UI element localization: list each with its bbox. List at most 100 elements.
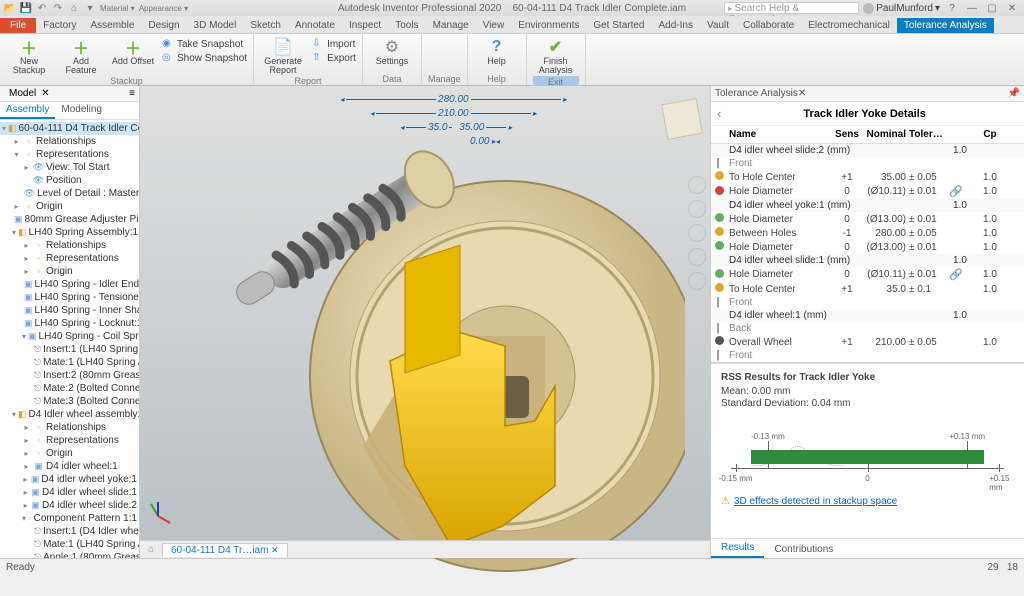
tab-assemble[interactable]: Assemble (83, 18, 141, 33)
ta-row[interactable]: Hole Diameter0(Ø13.00)± 0.011.0 (711, 212, 1024, 226)
tree-node[interactable]: ▸▫Representations (0, 434, 139, 447)
tab-contributions[interactable]: Contributions (764, 541, 843, 558)
viewport[interactable]: ◂280.00▸ ◂210.00▸ ◂35.0 35.00▸ 0.00▸◂ (140, 86, 711, 558)
model-tree[interactable]: ▾◧60-04-111 D4 Track Idler Complete.iam▸… (0, 120, 139, 558)
new-stackup-button[interactable]: ＋New Stackup (6, 36, 52, 75)
ta-row[interactable]: Overall Wheel+1210.00± 0.051.0 (711, 335, 1024, 349)
subtab-modeling[interactable]: Modeling (55, 102, 108, 119)
ta-row[interactable]: D4 idler wheel slide:1 (mm)1.0 (711, 254, 1024, 267)
tab-sketch[interactable]: Sketch (243, 18, 288, 33)
tree-node[interactable]: ▣80mm Grease Adjuster Piston - Short:1 (0, 213, 139, 226)
subtab-assembly[interactable]: Assembly (0, 102, 55, 119)
tree-node[interactable]: ⎋Angle:1 (80mm Grease Adjuster Piston - (0, 551, 139, 558)
qat-undo-icon[interactable]: ↶ (36, 2, 48, 14)
ta-row[interactable]: ┃Back (711, 322, 1024, 335)
tree-node[interactable]: ▸▫Origin (0, 447, 139, 460)
tree-node[interactable]: ⎋Mate:2 (Bolted Connection:1,LH40 Sprin (0, 382, 139, 395)
tree-node[interactable]: ▸▫Origin (0, 200, 139, 213)
tab-tools[interactable]: Tools (388, 18, 425, 33)
tree-node[interactable]: ▾▣LH40 Spring - Coil Spring:1 (0, 330, 139, 343)
tab-electromechanical[interactable]: Electromechanical (801, 18, 897, 33)
import-button[interactable]: ⇩Import (312, 38, 356, 50)
tree-node[interactable]: ▸▫Relationships (0, 239, 139, 252)
tree-node[interactable]: ⎋Insert:1 (D4 Idler wheel assembly:1,LH4 (0, 525, 139, 538)
ta-pin-icon[interactable]: 📌 (1008, 88, 1020, 99)
ta-row[interactable]: To Hole Center+135.0± 0.11.0 (711, 282, 1024, 296)
qat-home-icon[interactable]: ⌂ (68, 2, 80, 14)
tree-node[interactable]: ▸▣D4 idler wheel slide:2 (0, 499, 139, 512)
settings-button[interactable]: ⚙Settings (369, 36, 415, 66)
tab-addins[interactable]: Add-Ins (651, 18, 699, 33)
tree-node[interactable]: ⎋Insert:2 (80mm Grease Adjuster Piston - (0, 369, 139, 382)
tree-node[interactable]: ▾▫Representations (0, 148, 139, 161)
tree-node[interactable]: 👁Level of Detail : Master (0, 187, 139, 200)
tab-collaborate[interactable]: Collaborate (736, 18, 801, 33)
ta-warning[interactable]: ⚠ 3D effects detected in stackup space (721, 496, 1014, 507)
ta-row[interactable]: ┃Front (711, 157, 1024, 170)
show-snapshot-button[interactable]: ◎Show Snapshot (162, 52, 247, 64)
tab-design[interactable]: Design (141, 18, 186, 33)
tree-node[interactable]: ▸▣D4 idler wheel:1 (0, 460, 139, 473)
minimize-icon[interactable]: — (964, 3, 980, 14)
tree-node[interactable]: ▣LH40 Spring - Locknut:1 (0, 317, 139, 330)
ta-rows[interactable]: D4 idler wheel slide:2 (mm)1.0┃FrontTo H… (711, 144, 1024, 364)
tree-node[interactable]: ▸👁View: Tol Start (0, 161, 139, 174)
user-menu[interactable]: PaulMunford ▾ (863, 3, 940, 14)
tab-annotate[interactable]: Annotate (288, 18, 342, 33)
help-button[interactable]: ?Help (474, 36, 520, 66)
ta-row[interactable]: ┃Front (711, 349, 1024, 362)
tab-tolerance-analysis[interactable]: Tolerance Analysis (897, 18, 994, 33)
search-input[interactable]: ▸ Search Help & Commands… (724, 2, 859, 14)
tree-node[interactable]: ⎋Mate:3 (Bolted Connection:1,LH40 Sprin (0, 395, 139, 408)
generate-report-button[interactable]: 📄Generate Report (260, 36, 306, 75)
tab-inspect[interactable]: Inspect (342, 18, 388, 33)
ta-row[interactable]: D4 idler wheel slide:2 (mm)1.0 (711, 144, 1024, 157)
tree-node[interactable]: ⎋Mate:1 (LH40 Spring Assembly:1,D4 Idler (0, 356, 139, 369)
qat-redo-icon[interactable]: ↷ (52, 2, 64, 14)
ta-row[interactable]: Between Holes-1280.00± 0.051.0 (711, 226, 1024, 240)
tab-results[interactable]: Results (711, 539, 764, 558)
tree-node[interactable]: ▾◧LH40 Spring Assembly:1 (0, 226, 139, 239)
ta-row[interactable]: ┃Front (711, 296, 1024, 309)
ta-row[interactable]: D4 idler wheel yoke:1 (mm)1.0 (711, 199, 1024, 212)
tab-getstarted[interactable]: Get Started (586, 18, 651, 33)
tab-3dmodel[interactable]: 3D Model (187, 18, 244, 33)
tree-node[interactable]: ⎋Insert:1 (LH40 Spring Assembly:1,D4 Idl… (0, 343, 139, 356)
add-feature-button[interactable]: ＋Add Feature (58, 36, 104, 75)
tab-file[interactable]: File (0, 18, 36, 33)
tab-factory[interactable]: Factory (36, 18, 83, 33)
back-icon[interactable]: ‹ (717, 106, 721, 121)
ta-row[interactable]: Hole Diameter0(Ø10.11)± 0.01🔗1.0 (711, 267, 1024, 282)
help-icon[interactable]: ? (944, 3, 960, 14)
tree-node[interactable]: ▾◧D4 Idler wheel assembly:1 (0, 408, 139, 421)
nav-bar[interactable] (688, 176, 706, 290)
tree-node[interactable]: ▾◧60-04-111 D4 Track Idler Complete.iam (0, 122, 139, 135)
tree-node[interactable]: ▣LH40 Spring - Tensioner End Plate:1 (0, 291, 139, 304)
add-offset-button[interactable]: ＋Add Offset (110, 36, 156, 66)
tree-node[interactable]: ▸▣D4 idler wheel yoke:1 (0, 473, 139, 486)
tree-node[interactable]: ▣LH40 Spring - Inner Shaft:1 (0, 304, 139, 317)
tree-node[interactable]: ▸▫Representations (0, 252, 139, 265)
qat-save-icon[interactable]: 💾 (20, 2, 32, 14)
ta-row[interactable]: Hole Diameter0(Ø13.00)± 0.011.0 (711, 240, 1024, 254)
ta-row[interactable]: D4 idler wheel:1 (mm)1.0 (711, 309, 1024, 322)
tree-node[interactable]: ▸▣D4 idler wheel slide:1 (0, 486, 139, 499)
tree-node[interactable]: ▸▫Origin (0, 265, 139, 278)
doc-home-icon[interactable]: ⌂ (140, 544, 162, 555)
take-snapshot-button[interactable]: ◉Take Snapshot (162, 38, 247, 50)
finish-analysis-button[interactable]: ✔Finish Analysis (533, 36, 579, 75)
export-button[interactable]: ⇧Export (312, 52, 356, 64)
tree-node[interactable]: ▸▫Relationships (0, 135, 139, 148)
tab-view[interactable]: View (476, 18, 512, 33)
ta-row[interactable]: To Hole Center+135.00± 0.051.0 (711, 170, 1024, 184)
maximize-icon[interactable]: ▢ (984, 3, 1000, 14)
tab-environments[interactable]: Environments (511, 18, 586, 33)
tab-manage[interactable]: Manage (426, 18, 476, 33)
ta-row[interactable]: Hole Diameter0(Ø10.11)± 0.01🔗1.0 (711, 184, 1024, 199)
tree-node[interactable]: ▾▫Component Pattern 1:1 (0, 512, 139, 525)
close-icon[interactable]: ✕ (1004, 3, 1020, 14)
tree-node[interactable]: 👁Position (0, 174, 139, 187)
qat-open-icon[interactable]: 📂 (4, 2, 16, 14)
qat-more-icon[interactable]: ▾ (84, 2, 96, 14)
tree-node[interactable]: ▸▫Relationships (0, 421, 139, 434)
